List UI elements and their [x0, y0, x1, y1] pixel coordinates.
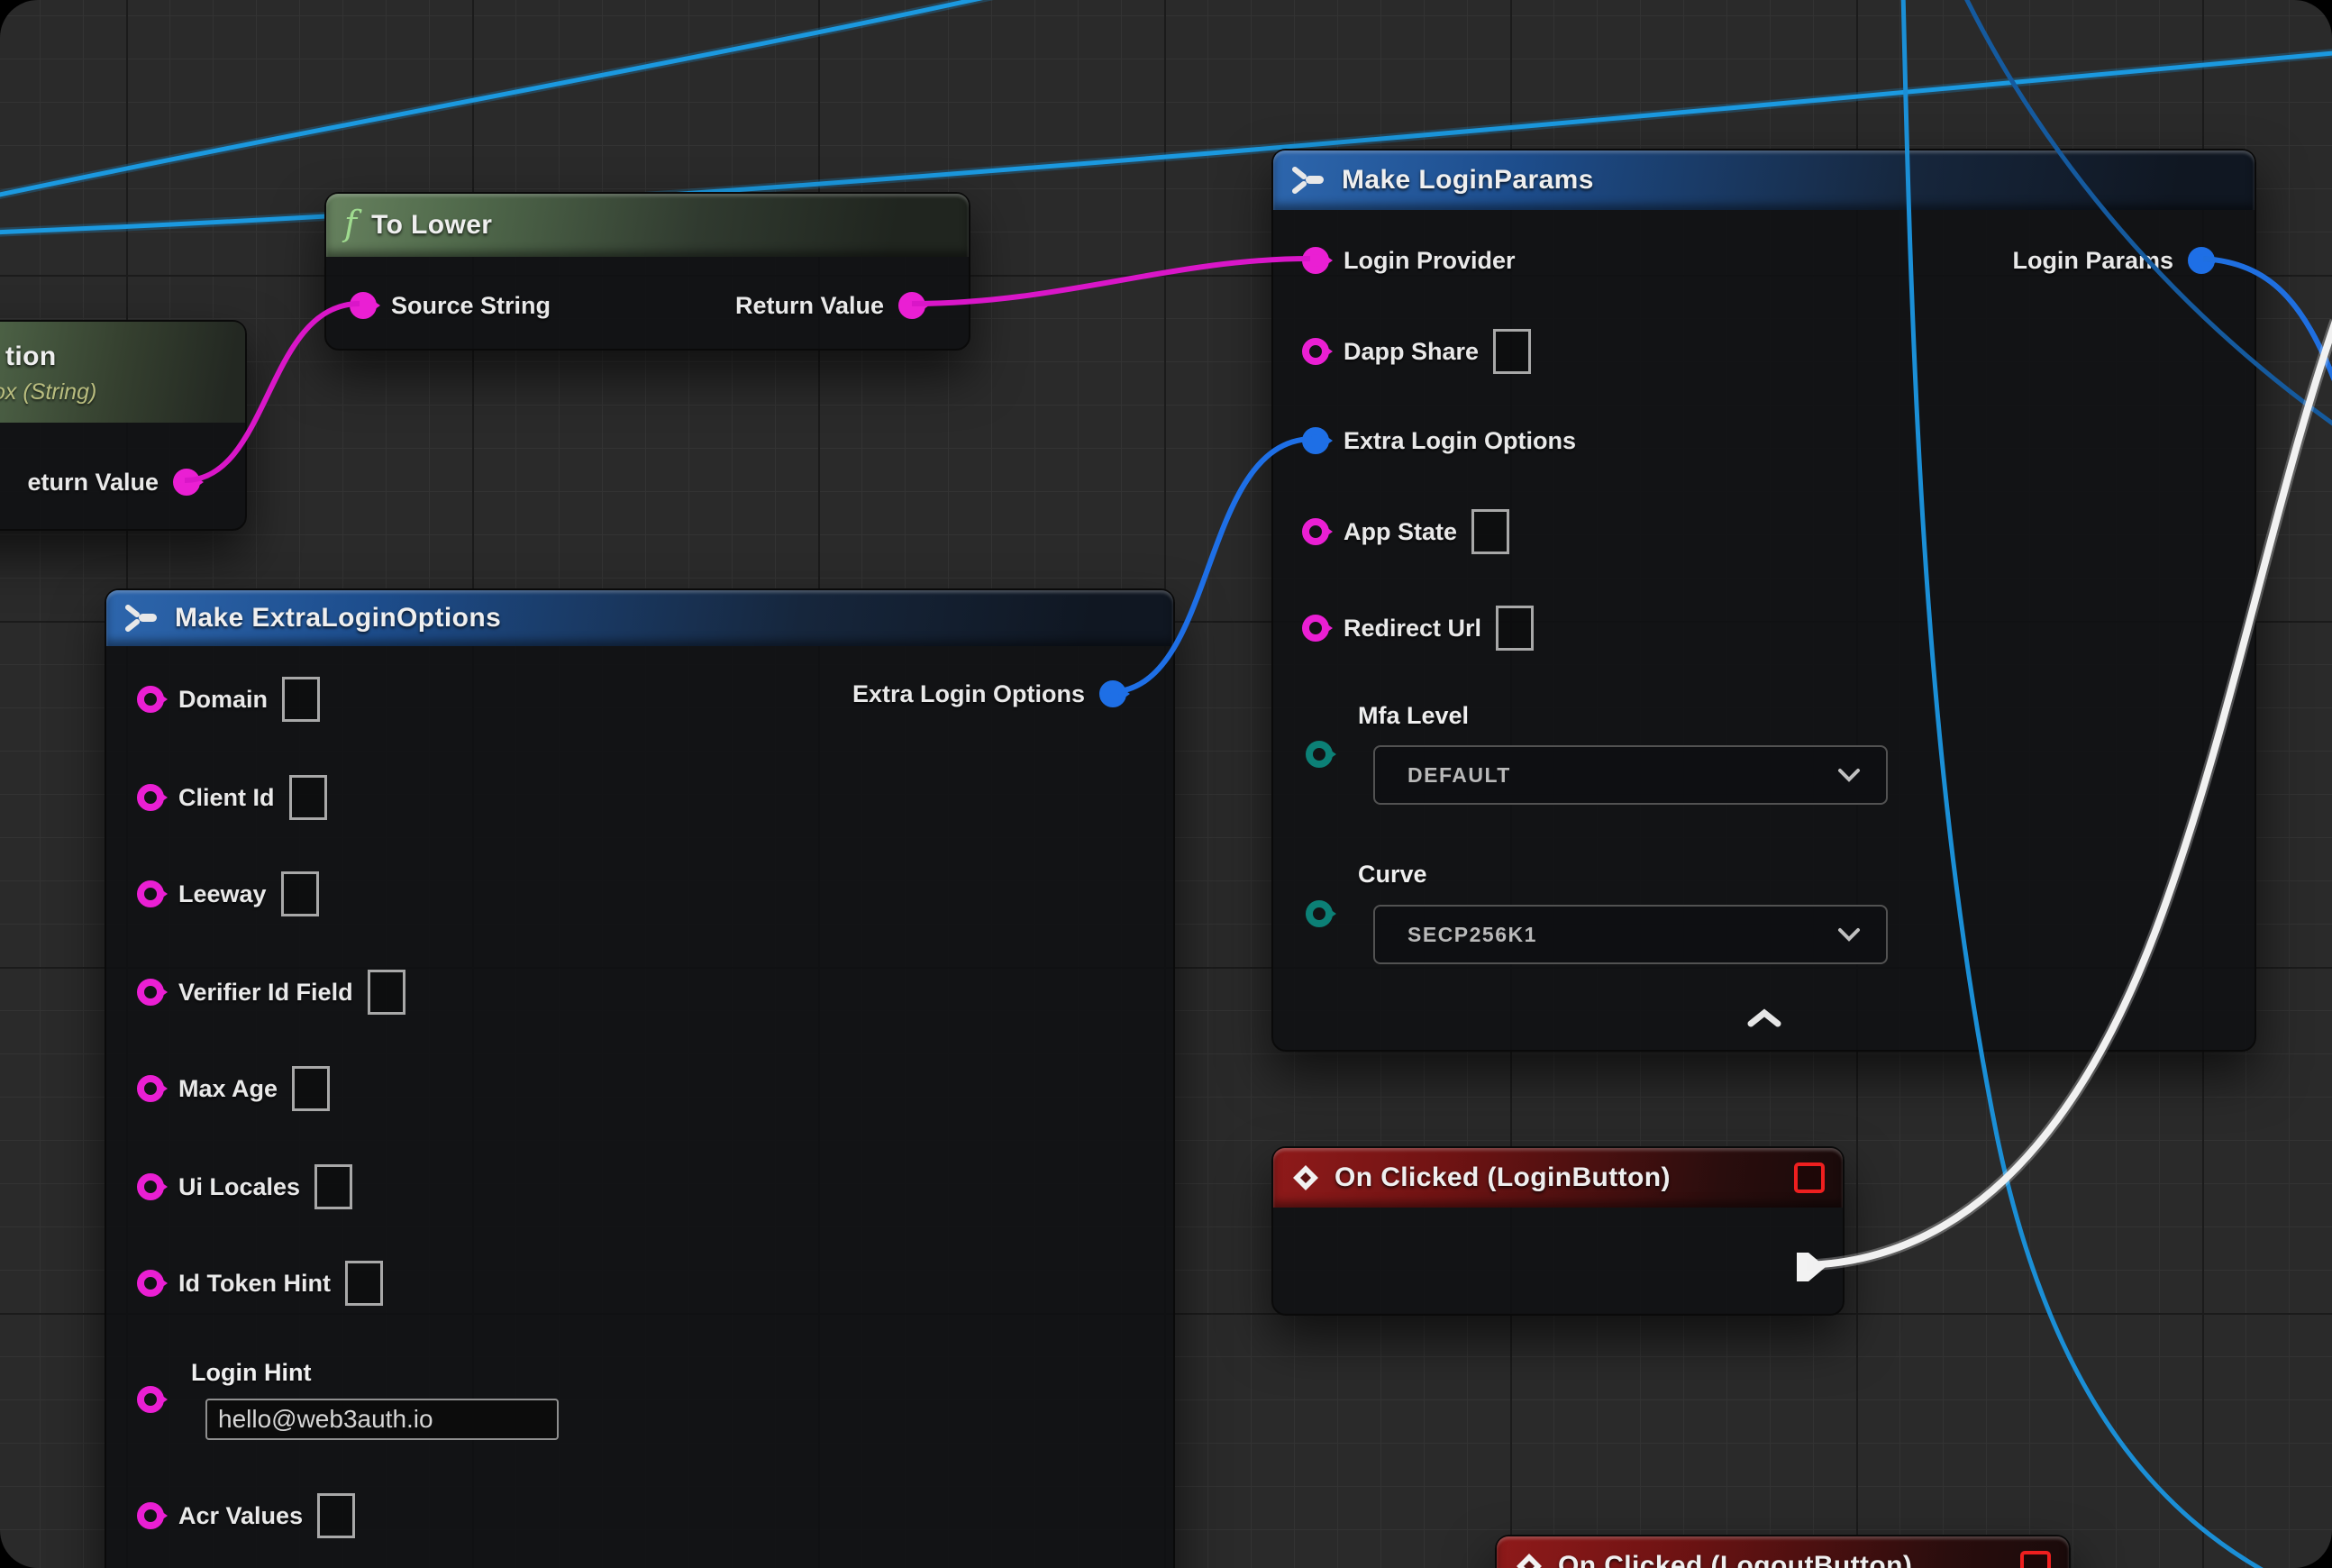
pin-label: Client Id [178, 784, 275, 812]
max-age-pin[interactable] [137, 1075, 164, 1102]
leeway-checkbox[interactable] [281, 871, 319, 916]
return-value-pin[interactable] [173, 469, 200, 496]
redirect-url-pin[interactable] [1302, 615, 1329, 642]
ui-locales-checkbox[interactable] [314, 1164, 352, 1209]
make-struct-icon [1291, 165, 1327, 196]
node-make-login-params-header[interactable]: Make LoginParams [1273, 150, 2255, 210]
mfa-level-label: Mfa Level [1358, 702, 1469, 730]
bound-event-indicator [1794, 1162, 1825, 1193]
blueprint-canvas[interactable]: tion ox (String) eturn Value f To Lower … [0, 0, 2332, 1568]
pin-label: eturn Value [27, 469, 159, 497]
node-subtitle: ox (String) [0, 379, 96, 406]
node-on-clicked-logout-header[interactable]: On Clicked (LogoutButton) [1497, 1536, 2069, 1568]
collapse-node-button[interactable] [1745, 1008, 1783, 1033]
ui-locales-pin[interactable] [137, 1173, 164, 1200]
pin-label: Max Age [178, 1075, 278, 1103]
bound-event-indicator [2020, 1551, 2051, 1568]
exec-output-pin[interactable] [1794, 1247, 1828, 1287]
dropdown-value: SECP256K1 [1407, 923, 1537, 947]
wire-tolower-to-login-provider [912, 259, 1310, 304]
source-string-pin[interactable] [350, 292, 377, 319]
login-hint-label: Login Hint [191, 1359, 311, 1387]
dropdown-value: DEFAULT [1407, 763, 1511, 788]
cross-wire-a [0, 0, 1014, 196]
client-id-pin[interactable] [137, 784, 164, 811]
client-id-checkbox[interactable] [289, 775, 327, 820]
login-provider-pin[interactable] [1302, 247, 1329, 274]
node-to-lower[interactable]: f To Lower Source String Return Value [324, 192, 970, 351]
extra-login-options-output-pin[interactable] [1099, 680, 1126, 707]
node-title: On Clicked (LogoutButton) [1558, 1551, 1912, 1568]
node-make-login-params[interactable]: Make LoginParams Login Provider Login Pa… [1271, 149, 2256, 1052]
pin-label: Domain [178, 686, 268, 714]
app-state-pin[interactable] [1302, 518, 1329, 545]
node-title: To Lower [371, 210, 492, 241]
node-on-clicked-logout-button[interactable]: On Clicked (LogoutButton) [1495, 1535, 2071, 1568]
leeway-pin[interactable] [137, 880, 164, 907]
pin-label: Acr Values [178, 1502, 303, 1530]
node-to-lower-header[interactable]: f To Lower [326, 194, 969, 257]
pin-label: Ui Locales [178, 1173, 300, 1201]
acr-values-checkbox[interactable] [317, 1493, 355, 1538]
pin-label: Login Params [2012, 247, 2173, 275]
login-hint-pin[interactable] [137, 1386, 164, 1413]
chevron-down-icon [1837, 927, 1861, 942]
node-string-function[interactable]: tion ox (String) eturn Value [0, 320, 247, 531]
chevron-down-icon [1837, 768, 1861, 782]
node-on-clicked-login-header[interactable]: On Clicked (LoginButton) [1273, 1148, 1843, 1208]
curve-pin[interactable] [1306, 900, 1333, 927]
id-token-hint-checkbox[interactable] [345, 1261, 383, 1306]
extra-login-options-input-pin[interactable] [1302, 427, 1329, 454]
domain-checkbox[interactable] [282, 677, 320, 722]
verifier-id-field-pin[interactable] [137, 979, 164, 1006]
app-state-checkbox[interactable] [1471, 509, 1509, 554]
pin-label: Redirect Url [1344, 615, 1481, 643]
return-value-pin[interactable] [898, 292, 925, 319]
node-title: On Clicked (LoginButton) [1335, 1162, 1671, 1193]
pin-label: Verifier Id Field [178, 979, 353, 1007]
node-title: Make ExtraLoginOptions [175, 603, 501, 634]
node-title: tion [5, 342, 57, 372]
node-make-extra-login-options-header[interactable]: Make ExtraLoginOptions [106, 590, 1173, 646]
acr-values-pin[interactable] [137, 1502, 164, 1529]
node-string-function-header[interactable]: tion ox (String) [0, 322, 245, 423]
mfa-level-dropdown[interactable]: DEFAULT [1373, 745, 1888, 805]
dapp-share-checkbox[interactable] [1493, 329, 1531, 374]
dapp-share-pin[interactable] [1302, 338, 1329, 365]
pin-label: Leeway [178, 880, 267, 908]
max-age-checkbox[interactable] [292, 1066, 330, 1111]
pin-label: Return Value [735, 292, 884, 320]
pin-label: Extra Login Options [1344, 427, 1576, 455]
pin-label: App State [1344, 518, 1457, 546]
pin-label: Extra Login Options [852, 680, 1085, 708]
id-token-hint-pin[interactable] [137, 1270, 164, 1297]
pin-label: Source String [391, 292, 551, 320]
pin-label: Dapp Share [1344, 338, 1479, 366]
login-params-output-pin[interactable] [2188, 247, 2215, 274]
login-hint-input[interactable] [205, 1399, 559, 1440]
verifier-id-field-checkbox[interactable] [368, 970, 405, 1015]
node-title: Make LoginParams [1342, 165, 1594, 196]
chevron-up-icon [1745, 1008, 1783, 1028]
curve-label: Curve [1358, 861, 1427, 889]
node-on-clicked-login-button[interactable]: On Clicked (LoginButton) [1271, 1146, 1845, 1316]
event-diamond-icon [1515, 1552, 1544, 1568]
pure-function-icon: f [344, 206, 357, 241]
event-diamond-icon [1291, 1163, 1320, 1192]
pin-label: Id Token Hint [178, 1270, 331, 1298]
mfa-level-pin[interactable] [1306, 741, 1333, 768]
redirect-url-checkbox[interactable] [1496, 606, 1534, 651]
cross-wire-a-glow [0, 0, 1014, 196]
make-struct-icon [124, 603, 160, 634]
pin-label: Login Provider [1344, 247, 1516, 275]
curve-dropdown[interactable]: SECP256K1 [1373, 905, 1888, 964]
domain-pin[interactable] [137, 686, 164, 713]
node-make-extra-login-options[interactable]: Make ExtraLoginOptions Extra Login Optio… [105, 588, 1175, 1568]
